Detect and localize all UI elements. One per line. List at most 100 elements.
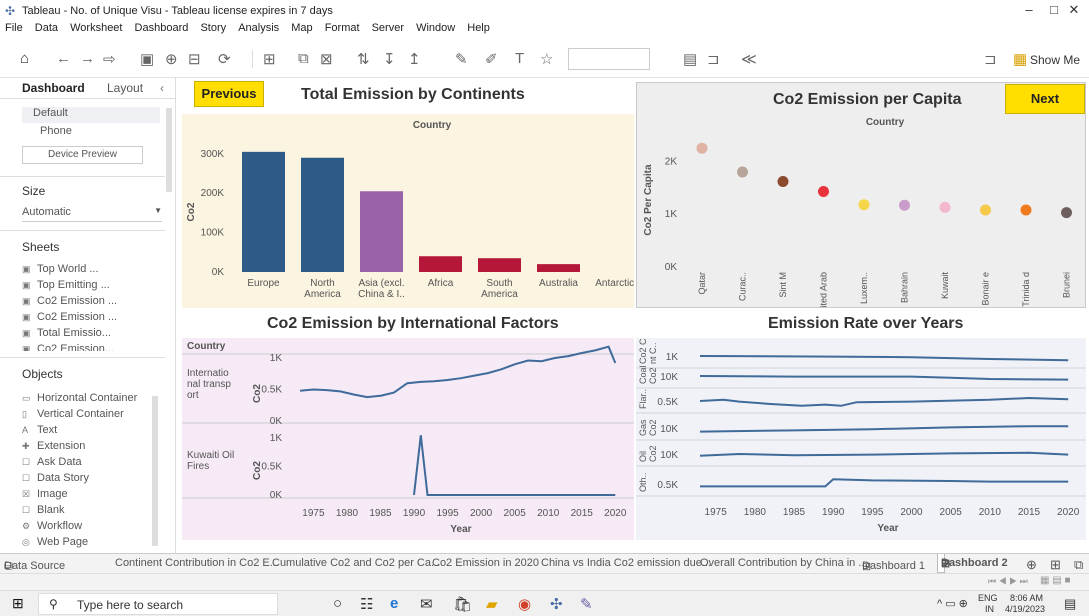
fit-dropdown[interactable] xyxy=(568,48,650,70)
cortana-icon[interactable]: ○ xyxy=(333,595,342,612)
text-icon[interactable]: T xyxy=(515,50,524,67)
redo-icon[interactable]: ⇨ xyxy=(103,50,116,68)
menu-window[interactable]: Window xyxy=(416,22,455,34)
menu-help[interactable]: Help xyxy=(467,22,490,34)
menu-data[interactable]: Data xyxy=(35,22,58,34)
presentation-mode-icon[interactable]: ⊐ xyxy=(984,50,997,68)
tab-layout[interactable]: Layout xyxy=(107,81,143,95)
close-button[interactable]: ✕ xyxy=(1054,2,1089,20)
new-dashboard-tab-icon[interactable]: ⊞ xyxy=(1050,557,1061,573)
mail-icon[interactable]: ✉ xyxy=(420,595,433,613)
object-data-story[interactable]: ☐ Data Story xyxy=(22,472,89,484)
sheet-item[interactable]: ▣ Top Emitting ... xyxy=(22,279,110,291)
x-tick-label: 2015 xyxy=(1018,507,1041,518)
sheet-item[interactable]: ▣ Co2 Emission ... xyxy=(22,295,117,307)
refresh-icon[interactable]: ⟳ xyxy=(218,50,231,68)
panel-scrollbar[interactable] xyxy=(166,108,172,192)
back-arrow-icon[interactable]: ← xyxy=(56,50,71,67)
sort-descending-icon[interactable]: ↥ xyxy=(408,50,421,68)
menu-server[interactable]: Server xyxy=(372,22,404,34)
menu-file[interactable]: File xyxy=(5,22,23,34)
store-icon[interactable]: 🛍 xyxy=(453,595,472,613)
swap-icon[interactable]: ⇅ xyxy=(357,50,370,68)
taskbar-search-box[interactable]: ⚲ Type here to search xyxy=(38,593,278,615)
menu-story[interactable]: Story xyxy=(200,22,226,34)
chrome-icon[interactable]: ◉ xyxy=(518,595,531,613)
home-icon[interactable]: ⌂ xyxy=(20,50,29,67)
presentation-icon[interactable]: ⊐ xyxy=(707,50,720,68)
x-tick-label: 2005 xyxy=(504,508,527,519)
menu-dashboard[interactable]: Dashboard xyxy=(135,22,189,34)
object-vertical-container[interactable]: ▯ Vertical Container xyxy=(22,408,124,420)
duplicate-icon[interactable]: ⧉ xyxy=(298,50,309,67)
object-image[interactable]: ☒ Image xyxy=(22,488,68,500)
sheet-item[interactable]: ▣ Top World ... xyxy=(22,263,99,275)
size-select[interactable]: Automatic ▼ xyxy=(22,206,162,222)
tab-sheet[interactable]: Continent Contribution in Co2 E... xyxy=(115,557,279,569)
save-icon[interactable]: ▣ xyxy=(140,50,154,68)
paint-icon[interactable]: ✎ xyxy=(580,595,593,613)
show-me-icon[interactable]: ▦ xyxy=(1013,50,1027,68)
language-indicator[interactable]: ENG xyxy=(978,593,998,603)
next-button[interactable]: Next xyxy=(1005,84,1085,114)
notification-icon[interactable]: ▤ xyxy=(1064,596,1076,612)
show-cards-icon[interactable]: ▤ xyxy=(683,50,697,68)
device-preview-button[interactable]: Device Preview xyxy=(22,146,143,164)
pen-icon[interactable]: ✐ xyxy=(485,50,498,68)
x-tick-label: 1990 xyxy=(403,508,426,519)
new-worksheet-tab-icon[interactable]: ⊕ xyxy=(1026,557,1037,573)
new-story-tab-icon[interactable]: ⧉ xyxy=(1074,557,1083,573)
grid-view-icon[interactable]: ▦ ▤ ■ xyxy=(1040,575,1071,586)
object-extension[interactable]: ✚ Extension xyxy=(22,440,85,452)
menu-worksheet[interactable]: Worksheet xyxy=(70,22,122,34)
bar-3 xyxy=(419,256,462,272)
region-indicator[interactable]: IN xyxy=(985,604,994,614)
objects-scrollbar[interactable] xyxy=(152,396,158,546)
show-me-button[interactable]: Show Me xyxy=(1030,53,1080,67)
collapse-panel-icon[interactable]: ‹ xyxy=(160,81,164,95)
tab-sheet[interactable]: Overall Contribution by China in ... xyxy=(700,557,868,569)
tray-icons[interactable]: ^ ▭ ⊕ xyxy=(937,597,968,610)
rate-chart-panel: 1K Co2 Ceme nt C.. 10K Coal Co2 0.5K Flar.. 10K G… xyxy=(636,321,1086,540)
object-workflow[interactable]: ⚙ Workflow xyxy=(22,520,82,532)
search-placeholder: Type here to search xyxy=(77,598,184,612)
new-worksheet-icon[interactable]: ⊞ xyxy=(263,50,276,68)
menu-format[interactable]: Format xyxy=(325,22,360,34)
tab-dashboard-2[interactable]: ⊞ Dashboard 2 xyxy=(937,554,1008,573)
new-datasource-icon[interactable]: ⊕ xyxy=(165,50,178,68)
tableau-app-icon[interactable]: ✣ xyxy=(550,595,563,613)
tab-navigation-icon[interactable]: ⏮ ◀ ▶ ⏭ xyxy=(988,576,1028,587)
tab-sheet[interactable]: China vs India Co2 emission due... xyxy=(541,557,711,569)
edge-icon[interactable]: e xyxy=(390,595,398,612)
tab-sheet[interactable]: Cumulative Co2 and Co2 per Ca... xyxy=(272,557,440,569)
sort-ascending-icon[interactable]: ↧ xyxy=(383,50,396,68)
device-phone[interactable]: Phone xyxy=(40,125,72,137)
menu-analysis[interactable]: Analysis xyxy=(238,22,279,34)
clock-date[interactable]: 4/19/2023 xyxy=(1005,604,1045,614)
task-view-icon[interactable]: ☷ xyxy=(360,595,373,613)
pin-icon[interactable]: ☆ xyxy=(540,50,553,68)
object-text[interactable]: A Text xyxy=(22,424,57,436)
device-default-row[interactable]: Default xyxy=(22,107,160,123)
file-explorer-icon[interactable]: ▰ xyxy=(486,595,498,613)
tab-sheet[interactable]: Co2 Emission in 2020 xyxy=(432,557,539,569)
sheet-tabs-bar: ⛁ Data Source Continent Contribution in … xyxy=(0,553,1089,573)
windows-start-icon[interactable]: ⊞ xyxy=(12,595,24,612)
object-horizontal-container[interactable]: ▭ Horizontal Container xyxy=(22,392,137,404)
clear-sheet-icon[interactable]: ⊠ xyxy=(320,50,333,68)
sheet-item[interactable]: ▣ Co2 Emission ... xyxy=(22,311,117,323)
y-tick-label: 0K xyxy=(212,267,225,278)
menu-map[interactable]: Map xyxy=(291,22,312,34)
clock-time[interactable]: 8:06 AM xyxy=(1010,593,1043,603)
object-web-page[interactable]: ◎ Web Page xyxy=(22,536,88,548)
tab-dashboard[interactable]: Dashboard xyxy=(22,81,85,95)
datasource-icon[interactable]: ⊟ xyxy=(188,50,201,68)
sheet-item[interactable]: ▣ Co2 Emission... xyxy=(22,343,114,351)
object-blank[interactable]: ☐ Blank xyxy=(22,504,65,516)
previous-button[interactable]: Previous xyxy=(194,81,264,107)
sheet-item[interactable]: ▣ Total Emissio... xyxy=(22,327,111,339)
forward-arrow-icon[interactable]: → xyxy=(80,50,95,67)
share-icon[interactable]: ≪ xyxy=(741,50,757,68)
highlight-icon[interactable]: ✎ xyxy=(455,50,468,68)
object-ask-data[interactable]: ☐ Ask Data xyxy=(22,456,82,468)
